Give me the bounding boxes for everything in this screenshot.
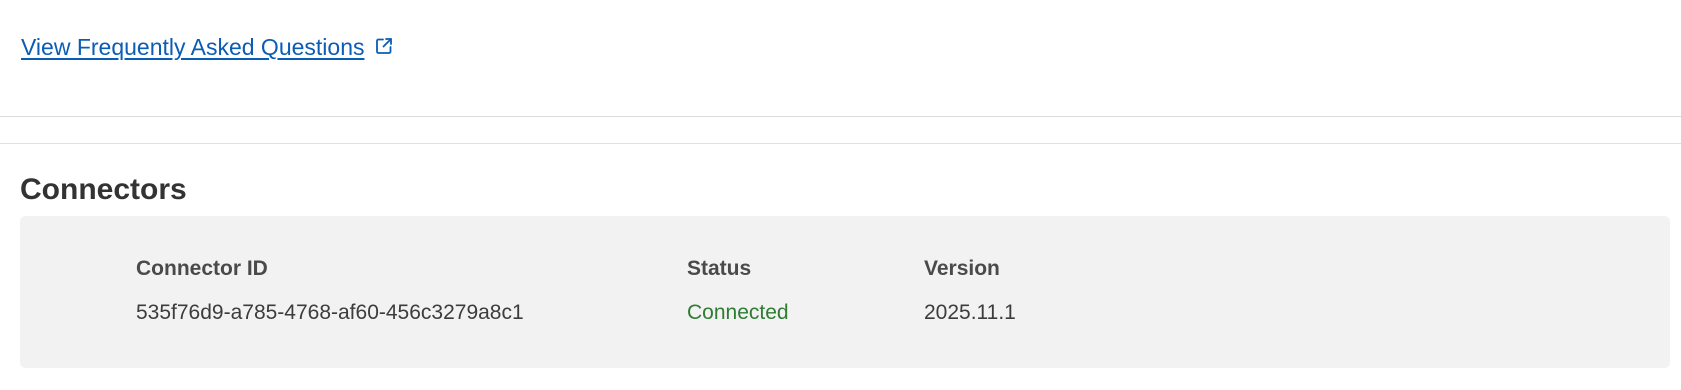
connector-id-header: Connector ID (136, 257, 268, 280)
connector-id-column: Connector ID 535f76d9-a785-4768-af60-456… (136, 257, 524, 325)
section-divider (0, 143, 1681, 144)
connectors-panel: Connector ID 535f76d9-a785-4768-af60-456… (20, 216, 1670, 368)
status-badge: Connected (687, 301, 789, 324)
external-link-icon (374, 36, 394, 56)
faq-section: View Frequently Asked Questions (0, 0, 1681, 117)
version-header: Version (924, 257, 1000, 280)
status-header: Status (687, 257, 752, 280)
faq-link-label: View Frequently Asked Questions (21, 34, 365, 60)
version-value: 2025.11.1 (924, 301, 1016, 324)
faq-link[interactable]: View Frequently Asked Questions (21, 34, 394, 61)
status-column: Status Connected (687, 257, 789, 325)
connectors-title: Connectors (20, 173, 187, 206)
section-gap (0, 117, 1681, 143)
version-column: Version 2025.11.1 (924, 257, 1016, 325)
connector-id-value: 535f76d9-a785-4768-af60-456c3279a8c1 (136, 301, 524, 324)
